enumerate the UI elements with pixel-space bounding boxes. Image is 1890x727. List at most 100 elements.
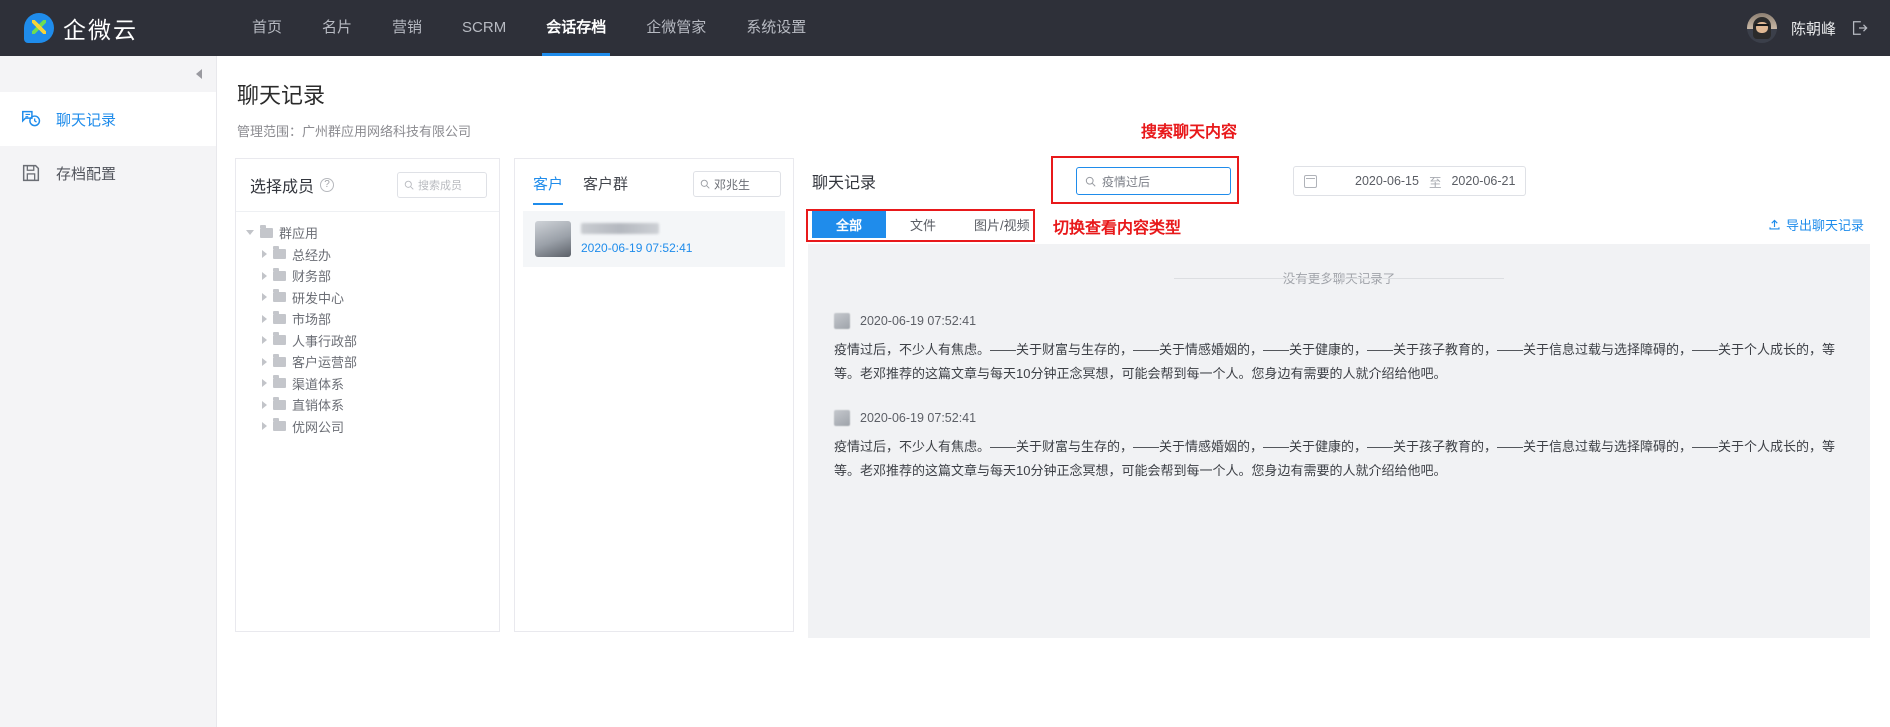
tree-node-dept[interactable]: 研发中心 [246,287,499,309]
chevron-right-icon[interactable] [262,422,267,431]
sidebar-collapse-button[interactable] [0,56,216,92]
chat-toolbar: 聊天记录 疫情过后 2020-06-15 至 2020-06-21 [808,158,1870,204]
date-end[interactable]: 2020-06-21 [1451,174,1515,188]
avatar [834,313,850,329]
question-mark-icon[interactable]: ? [320,178,335,192]
chat-message-text: 疫情过后，不少人有焦虑。——关于财富与生存的，——关于情感婚姻的，——关于健康的… [834,342,1836,381]
avatar[interactable] [1746,13,1777,43]
customer-search-value: 邓兆生 [714,177,751,192]
tree-node-label: 总经办 [292,247,332,263]
page-header: 聊天记录 管理范围：广州群应用网络科技有限公司 [217,56,1890,140]
export-chat-button[interactable]: 导出聊天记录 [1768,215,1870,234]
sidebar-item-archive-config[interactable]: 存档配置 [0,146,216,200]
chat-message-list[interactable]: 没有更多聊天记录了 2020-06-19 07:52:41 疫情过后，不少人有焦… [808,244,1870,638]
tree-node-dept[interactable]: 人事行政部 [246,330,499,352]
nav-item-steward[interactable]: 企微管家 [626,0,726,56]
tree-node-root[interactable]: 群应用 [246,222,499,244]
content-type-filter-row: 全部 文件 图片/视频 导出聊天记录 [808,204,1870,244]
tree-node-dept[interactable]: 财务部 [246,265,499,287]
search-icon [700,179,710,189]
search-icon [404,180,414,190]
tree-node-label: 财务部 [292,269,332,285]
no-more-records-text: 没有更多聊天记录了 [834,268,1844,287]
folder-icon [273,418,286,432]
tree-node-dept[interactable]: 市场部 [246,308,499,330]
tree-node-label: 渠道体系 [292,376,345,392]
tree-node-label: 客户运营部 [292,355,358,371]
tree-node-label: 群应用 [279,226,319,242]
nav-item-marketing[interactable]: 营销 [372,0,442,56]
chevron-right-icon[interactable] [262,357,267,366]
member-search-placeholder: 搜索成员 [418,180,462,192]
chevron-right-icon[interactable] [262,400,267,409]
filter-images-videos[interactable]: 图片/视频 [960,210,1044,238]
left-sidebar: 聊天记录 存档配置 [0,56,217,727]
annotation-search-content: 搜索聊天内容 [1141,124,1238,141]
customer-search-input[interactable]: 邓兆生 [693,171,781,197]
nav-item-scrm[interactable]: SCRM [442,0,526,56]
date-start[interactable]: 2020-06-15 [1355,174,1419,188]
folder-icon [260,224,273,238]
tree-node-dept[interactable]: 直销体系 [246,394,499,416]
chevron-right-icon[interactable] [262,379,267,388]
customer-last-time: 2020-06-19 07:52:41 [581,241,693,255]
export-label: 导出聊天记录 [1785,217,1864,233]
member-select-panel: 选择成员 ? 搜索成员 群应用 总经办 财务部 研发中心 市场部 人事行政部 客… [235,158,500,632]
tree-node-dept[interactable]: 客户运营部 [246,351,499,373]
chevron-right-icon[interactable] [262,250,267,259]
tree-node-label: 市场部 [292,312,332,328]
customer-meta: 2020-06-19 07:52:41 [581,223,773,255]
top-navigation-bar: 企微云 首页 名片 营销 SCRM 会话存档 企微管家 系统设置 陈朝峰 [0,0,1890,56]
nav-item-session-archive[interactable]: 会话存档 [526,0,626,56]
chevron-right-icon[interactable] [262,271,267,280]
chevron-right-icon[interactable] [262,293,267,302]
chat-message: 2020-06-19 07:52:41 疫情过后，不少人有焦虑。——关于财富与生… [834,410,1844,483]
chevron-right-icon[interactable] [262,336,267,345]
tree-node-dept[interactable]: 渠道体系 [246,373,499,395]
folder-icon [273,310,286,324]
avatar [535,221,571,257]
annotation-switch-type: 切换查看内容类型 [1053,220,1182,237]
folder-icon [273,396,286,410]
filter-all[interactable]: 全部 [812,210,886,238]
member-panel-title: 选择成员 ? [250,173,335,197]
tab-customer-group[interactable]: 客户群 [583,173,628,205]
brand-name: 企微云 [63,17,138,43]
brand-logo-area[interactable]: 企微云 [24,11,204,45]
tree-node-dept[interactable]: 优网公司 [246,416,499,438]
folder-icon [273,267,286,281]
collapse-left-icon [196,69,202,79]
chat-message-time: 2020-06-19 07:52:41 [860,411,977,425]
folder-icon [273,246,286,260]
upload-icon [1769,219,1780,230]
tree-node-label: 研发中心 [292,290,345,306]
chat-message: 2020-06-19 07:52:41 疫情过后，不少人有焦虑。——关于财富与生… [834,313,1844,386]
date-range-picker[interactable]: 2020-06-15 至 2020-06-21 [1293,166,1527,196]
chevron-down-icon[interactable] [246,230,254,236]
chat-search-input[interactable]: 疫情过后 [1076,167,1232,195]
chevron-right-icon[interactable] [262,314,267,323]
nav-item-system-settings[interactable]: 系统设置 [726,0,826,56]
main-nav: 首页 名片 营销 SCRM 会话存档 企微管家 系统设置 [232,0,826,56]
tree-node-dept[interactable]: 总经办 [246,244,499,266]
nav-item-home[interactable]: 首页 [232,0,302,56]
tab-customer[interactable]: 客户 [533,173,564,205]
member-title-text: 选择成员 [250,179,315,196]
chat-message-text: 疫情过后，不少人有焦虑。——关于财富与生存的，——关于情感婚姻的，——关于健康的… [834,439,1836,478]
sidebar-item-label: 存档配置 [56,165,117,183]
app-logo-icon [24,13,54,43]
member-search-input[interactable]: 搜索成员 [397,172,487,198]
member-panel-header: 选择成员 ? 搜索成员 [236,159,499,212]
content-type-segmented: 全部 文件 图片/视频 [812,210,1044,238]
department-tree: 群应用 总经办 财务部 研发中心 市场部 人事行政部 客户运营部 渠道体系 直销… [236,212,499,437]
logout-icon[interactable] [1850,19,1868,37]
filter-files[interactable]: 文件 [886,210,960,238]
list-item[interactable]: 2020-06-19 07:52:41 [523,211,785,267]
sidebar-item-chat-history[interactable]: 聊天记录 [0,92,216,146]
chat-message-time: 2020-06-19 07:52:41 [860,314,977,328]
chat-record-panel: 聊天记录 疫情过后 2020-06-15 至 2020-06-21 全部 文件 … [808,158,1870,638]
nav-item-cards[interactable]: 名片 [302,0,372,56]
customer-panel-header: 客户 客户群 邓兆生 [515,159,793,207]
page-title: 聊天记录 [237,83,326,108]
tree-node-label: 直销体系 [292,398,345,414]
